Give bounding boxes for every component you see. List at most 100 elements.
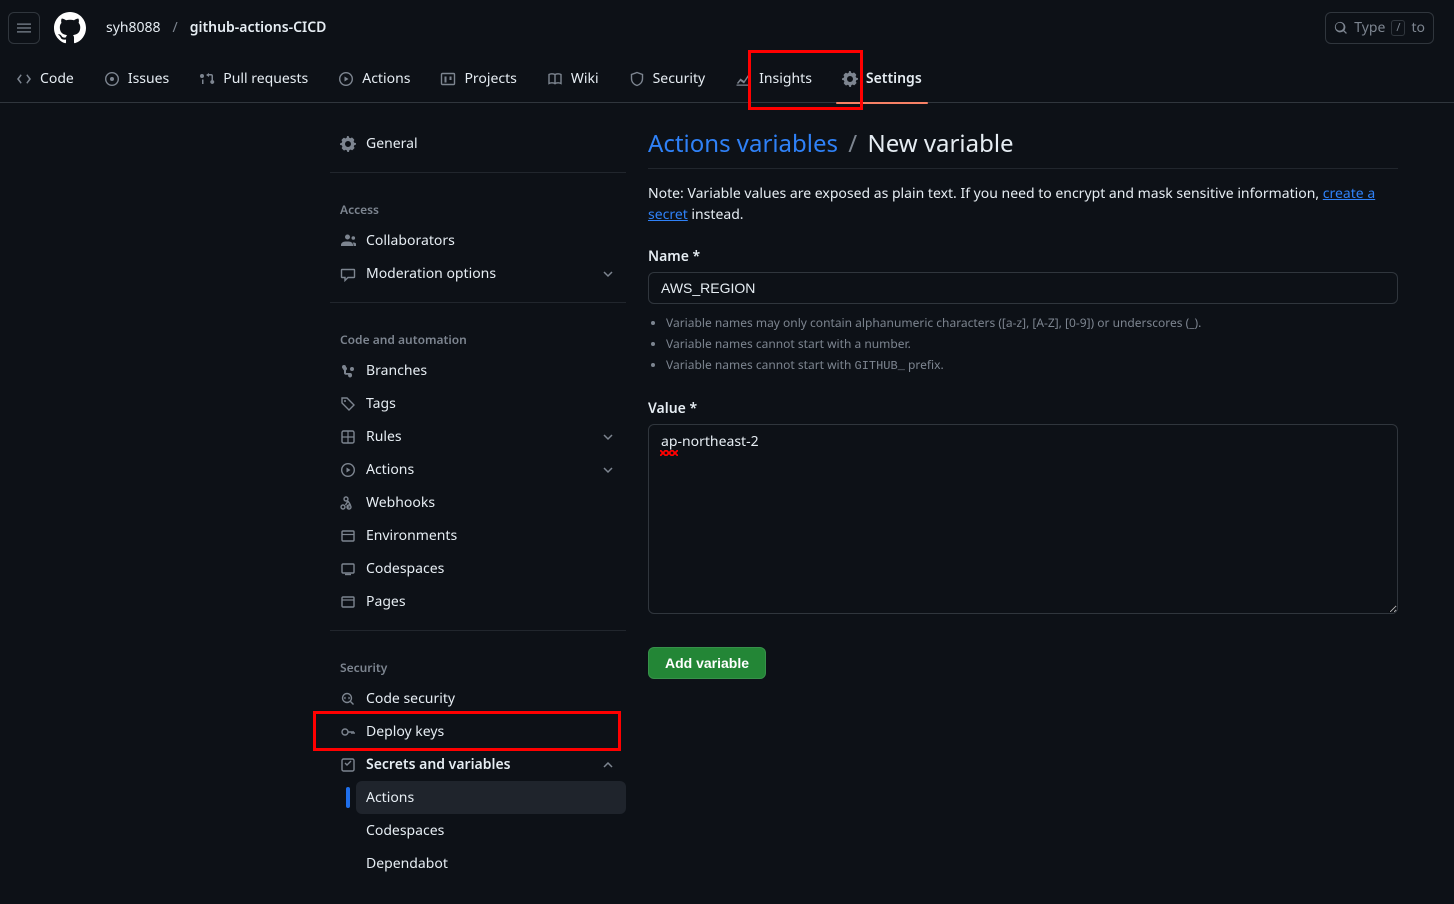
sidebar-item-label: Deploy keys [366, 722, 444, 741]
comment-icon [340, 266, 356, 282]
chevron-up-icon [600, 757, 616, 773]
breadcrumb-separator: / [173, 18, 178, 37]
sidebar-item-label: Secrets and variables [366, 755, 511, 774]
pr-icon [199, 71, 215, 87]
sidebar-item-label: Webhooks [366, 493, 435, 512]
tab-code[interactable]: Code [4, 55, 86, 103]
env-icon [340, 528, 356, 544]
global-search[interactable]: Type / to [1325, 12, 1434, 44]
page-title-parent-link[interactable]: Actions variables [648, 127, 838, 160]
tab-label: Actions [362, 69, 410, 88]
sidebar-item-environments[interactable]: Environments [330, 519, 626, 552]
play-icon [340, 462, 356, 478]
sidebar-item-pages[interactable]: Pages [330, 585, 626, 618]
tag-icon [340, 396, 356, 412]
tab-wiki[interactable]: Wiki [535, 55, 611, 103]
sidebar-subitem-dependabot[interactable]: Dependabot [356, 847, 626, 880]
code-icon [16, 71, 32, 87]
chevron-down-icon [600, 462, 616, 478]
sidebar-item-deploy-keys[interactable]: Deploy keys [330, 715, 626, 748]
sidebar-item-label: Environments [366, 526, 457, 545]
sidebar-item-actions[interactable]: Actions [330, 453, 626, 486]
rules-icon [340, 429, 356, 445]
tab-label: Settings [866, 69, 922, 88]
tab-projects[interactable]: Projects [428, 55, 528, 103]
search-shortcut-kbd: / [1391, 20, 1405, 36]
name-hint: Variable names cannot start with GITHUB_… [666, 356, 1398, 375]
menu-button[interactable] [8, 12, 40, 44]
sidebar-item-codespaces[interactable]: Codespaces [330, 552, 626, 585]
tab-label: Pull requests [223, 69, 308, 88]
repo-nav: Code Issues Pull requests Actions Projects Wi… [0, 55, 1454, 103]
tab-pull-requests[interactable]: Pull requests [187, 55, 320, 103]
breadcrumb-owner[interactable]: syh8088 [100, 14, 167, 41]
main-panel: Actions variables / New variable Note: V… [648, 127, 1438, 880]
sidebar-item-branches[interactable]: Branches [330, 354, 626, 387]
sidebar-section-security: Security [330, 643, 626, 682]
tab-security[interactable]: Security [617, 55, 718, 103]
tab-issues[interactable]: Issues [92, 55, 181, 103]
sidebar-item-label: Branches [366, 361, 427, 380]
value-label: Value * [648, 399, 1398, 418]
tab-insights[interactable]: Insights [723, 55, 824, 103]
issue-icon [104, 71, 120, 87]
tab-actions[interactable]: Actions [326, 55, 422, 103]
browser-icon [340, 594, 356, 610]
sidebar-item-label: Dependabot [366, 854, 448, 873]
name-label: Name * [648, 247, 1398, 266]
key-icon [340, 724, 356, 740]
sidebar-item-label: Moderation options [366, 264, 496, 283]
name-hints: Variable names may only contain alphanum… [666, 314, 1398, 375]
sidebar-item-label: Actions [366, 460, 414, 479]
breadcrumb-repo[interactable]: github-actions-CICD [184, 14, 333, 41]
breadcrumb: syh8088 / github-actions-CICD [100, 14, 332, 41]
sidebar-item-collaborators[interactable]: Collaborators [330, 224, 626, 257]
note-text: Note: Variable values are exposed as pla… [648, 183, 1398, 225]
sidebar-item-moderation-options[interactable]: Moderation options [330, 257, 626, 290]
sidebar-item-label: Codespaces [366, 821, 444, 840]
sidebar-item-webhooks[interactable]: Webhooks [330, 486, 626, 519]
sidebar-item-rules[interactable]: Rules [330, 420, 626, 453]
chevron-down-icon [600, 429, 616, 445]
gear-icon [842, 71, 858, 87]
global-header: syh8088 / github-actions-CICD Type / to [0, 0, 1454, 55]
people-icon [340, 233, 356, 249]
sidebar-item-label: Codespaces [366, 559, 444, 578]
sidebar-item-label: Pages [366, 592, 406, 611]
codescan-icon [340, 691, 356, 707]
sidebar-item-secrets-and-variables[interactable]: Secrets and variables [330, 748, 626, 781]
sidebar-item-label: Tags [366, 394, 396, 413]
tab-label: Code [40, 69, 74, 88]
sidebar-item-code-security[interactable]: Code security [330, 682, 626, 715]
sidebar-item-label: Actions [366, 788, 414, 807]
page-title-current: New variable [867, 127, 1013, 160]
sidebar-subitem-codespaces[interactable]: Codespaces [356, 814, 626, 847]
shield-icon [629, 71, 645, 87]
variable-name-input[interactable] [648, 272, 1398, 304]
graph-icon [735, 71, 751, 87]
name-hint: Variable names may only contain alphanum… [666, 314, 1398, 332]
sidebar-section-access: Access [330, 185, 626, 224]
github-logo-icon[interactable] [54, 12, 86, 44]
lock-icon [340, 757, 356, 773]
play-icon [338, 71, 354, 87]
webhook-icon [340, 495, 356, 511]
page-title: Actions variables / New variable [648, 127, 1398, 169]
book-icon [547, 71, 563, 87]
sidebar-item-label: Code security [366, 689, 455, 708]
settings-sidebar: General Access Collaborators Moderation o… [0, 127, 624, 880]
sidebar-item-general[interactable]: General [330, 127, 626, 160]
chevron-down-icon [600, 266, 616, 282]
hamburger-icon [16, 20, 32, 36]
search-placeholder: Type [1354, 18, 1385, 37]
tab-label: Insights [759, 69, 812, 88]
search-suffix: to [1411, 18, 1425, 37]
name-hint: Variable names cannot start with a numbe… [666, 335, 1398, 353]
tab-settings[interactable]: Settings [830, 55, 934, 103]
add-variable-button[interactable]: Add variable [648, 647, 766, 679]
sidebar-item-label: Collaborators [366, 231, 455, 250]
sidebar-item-tags[interactable]: Tags [330, 387, 626, 420]
tab-label: Wiki [571, 69, 599, 88]
variable-value-input[interactable] [648, 424, 1398, 614]
sidebar-subitem-actions[interactable]: Actions [356, 781, 626, 814]
